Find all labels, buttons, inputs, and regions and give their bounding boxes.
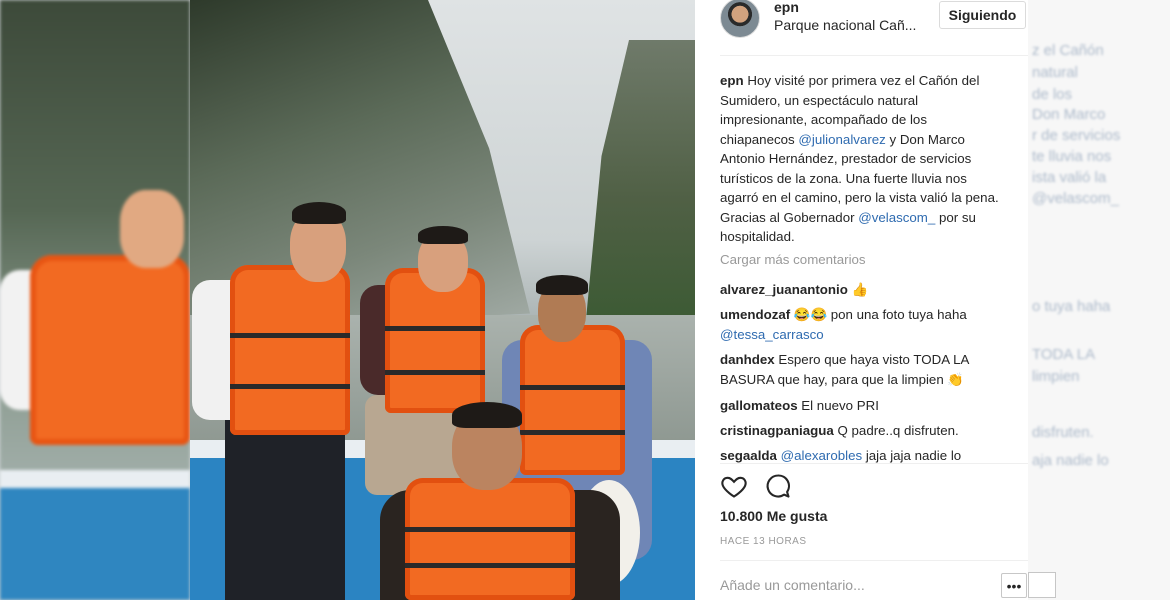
- comment-item: BASURA que hay, para que la limpien 👏: [720, 370, 1010, 390]
- person-1-pants: [225, 420, 345, 600]
- comment-item: umendozaf 😂😂 pon una foto tuya haha: [720, 305, 1010, 325]
- heart-outline-icon[interactable]: [720, 472, 748, 500]
- ghost-text: limpien: [1032, 368, 1080, 385]
- post-caption: epn Hoy visité por primera vez el Cañón …: [720, 71, 1005, 247]
- comment-text: Espero que haya visto TODA LA: [774, 352, 970, 367]
- likes-count[interactable]: 10.800 Me gusta: [720, 508, 827, 524]
- actions-divider: [720, 463, 1028, 464]
- header-username[interactable]: epn: [774, 0, 799, 15]
- comment-item: cristinagpaniagua Q padre..q disfruten.: [720, 421, 1010, 441]
- ghost-text: aja nadie lo: [1032, 452, 1109, 469]
- blurred-photo-left: [0, 0, 190, 600]
- comment-username[interactable]: umendozaf: [720, 307, 790, 322]
- person-1-life-vest: [230, 265, 350, 435]
- blurred-more-button: [1028, 572, 1056, 598]
- comment-item: @tessa_carrasco: [720, 325, 1010, 345]
- person-1-hair: [292, 202, 346, 224]
- comment-username[interactable]: alvarez_juanantonio: [720, 282, 848, 297]
- canyon-wall-right: [585, 40, 695, 330]
- post-header: epn Parque nacional Cañ... Siguiendo: [695, 0, 1028, 48]
- person-3-life-vest: [520, 325, 625, 475]
- blurred-boat: [0, 470, 190, 600]
- mention-link[interactable]: @alexarobles: [777, 448, 863, 463]
- mention-link[interactable]: @velascom_: [858, 210, 935, 225]
- add-comment-input[interactable]: Añade un comentario...: [720, 577, 865, 593]
- comment-item: gallomateos El nuevo PRI: [720, 396, 1010, 416]
- header-divider: [720, 55, 1028, 56]
- comment-item: danhdex Espero que haya visto TODA LA: [720, 350, 1010, 370]
- comment-text: 😂😂 pon una foto tuya haha: [790, 307, 967, 322]
- ghost-text: de los: [1032, 86, 1073, 103]
- mention-link[interactable]: @julionalvarez: [798, 132, 885, 147]
- comment-text: 👍: [847, 282, 869, 297]
- ghost-text: Don Marco: [1032, 106, 1106, 123]
- load-more-comments[interactable]: Cargar más comentarios: [720, 252, 866, 267]
- ghost-text: r de servicios: [1032, 127, 1121, 144]
- blurred-face: [120, 190, 184, 268]
- person-4-hair: [452, 402, 522, 428]
- ghost-text: ista valió la: [1032, 169, 1107, 186]
- comment-username[interactable]: gallomateos: [720, 398, 798, 413]
- comment-text: jaja jaja nadie lo: [862, 448, 962, 463]
- following-button[interactable]: Siguiendo: [939, 1, 1026, 29]
- comment-text: El nuevo PRI: [797, 398, 879, 413]
- ghost-text: natural: [1032, 64, 1078, 81]
- ghost-text: TODA LA: [1032, 346, 1096, 363]
- person-4-life-vest: [405, 478, 575, 600]
- avatar[interactable]: [720, 0, 760, 38]
- more-options-button[interactable]: •••: [1001, 573, 1027, 598]
- person-2-hair: [418, 226, 468, 244]
- ghost-text: te lluvia nos: [1032, 148, 1112, 165]
- comment-item: segaalda @alexarobles jaja jaja nadie lo: [720, 446, 1010, 463]
- blurred-life-vest: [30, 255, 190, 445]
- blurred-panel-right: z el Cañón natural de los Don Marco r de…: [1028, 0, 1170, 600]
- location-link[interactable]: Parque nacional Cañ...: [774, 17, 916, 33]
- mention-link[interactable]: @tessa_carrasco: [720, 327, 824, 342]
- ghost-text: @velascom_: [1032, 190, 1119, 207]
- comment-divider: [720, 560, 1028, 561]
- comment-item: alvarez_juanantonio 👍: [720, 280, 1010, 300]
- comment-username[interactable]: cristinagpaniagua: [720, 423, 834, 438]
- comment-username[interactable]: danhdex: [720, 352, 775, 367]
- comment-text: Q padre..q disfruten.: [833, 423, 959, 438]
- ghost-text: z el Cañón: [1032, 42, 1104, 59]
- post-timestamp: HACE 13 HORAS: [720, 536, 807, 547]
- caption-username[interactable]: epn: [720, 73, 744, 88]
- person-3-hair: [536, 275, 588, 295]
- post-side-panel: epn Parque nacional Cañ... Siguiendo epn…: [695, 0, 1028, 600]
- speech-bubble-icon[interactable]: [764, 472, 792, 500]
- comment-text: BASURA que hay, para que la limpien 👏: [720, 372, 964, 387]
- post-photo[interactable]: [190, 0, 695, 600]
- comment-username[interactable]: segaalda: [720, 448, 777, 463]
- ghost-text: o tuya haha: [1032, 298, 1111, 315]
- ghost-text: disfruten.: [1032, 424, 1094, 441]
